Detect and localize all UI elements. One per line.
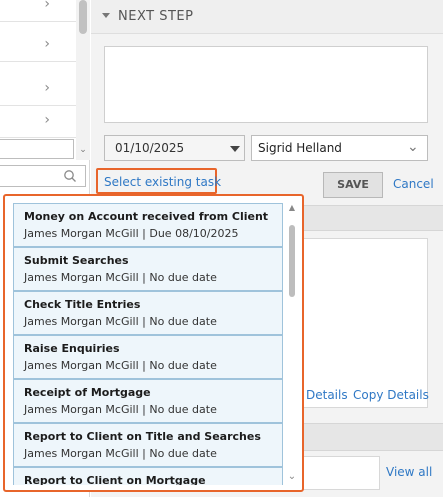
copy-details-link[interactable]: Copy Details xyxy=(353,388,429,402)
task-list[interactable]: Money on Account received from Client Ja… xyxy=(13,203,283,485)
date-value: 01/10/2025 xyxy=(115,141,185,155)
existing-task-dropdown[interactable]: Money on Account received from Client Ja… xyxy=(3,194,304,492)
scroll-down-icon[interactable]: ⌄ xyxy=(286,471,298,483)
task-title: Receipt of Mortgage xyxy=(24,386,151,399)
task-subtitle: James Morgan McGill | No due date xyxy=(24,315,217,328)
task-item[interactable]: Report to Client on Mortgage xyxy=(13,467,283,485)
task-subtitle: James Morgan McGill | Due 08/10/2025 xyxy=(24,227,239,240)
details-panel xyxy=(300,238,428,408)
details-link[interactable]: Details xyxy=(306,388,348,402)
task-item[interactable]: Raise Enquiries James Morgan McGill | No… xyxy=(13,335,283,379)
chevron-down-icon: ⌄ xyxy=(407,139,419,155)
task-item[interactable]: Submit Searches James Morgan McGill | No… xyxy=(13,247,283,291)
task-item[interactable]: Money on Account received from Client Ja… xyxy=(13,203,283,247)
task-title: Report to Client on Title and Searches xyxy=(24,430,261,443)
chevron-right-icon: › xyxy=(44,0,50,12)
task-subtitle: James Morgan McGill | No due date xyxy=(24,403,217,416)
scroll-up-icon[interactable]: ▲ xyxy=(286,203,298,213)
task-title: Submit Searches xyxy=(24,254,129,267)
cancel-link[interactable]: Cancel xyxy=(393,177,434,191)
assignee-value: Sigrid Helland xyxy=(258,141,342,155)
assignee-select[interactable]: Sigrid Helland ⌄ xyxy=(251,135,428,161)
task-item[interactable]: Receipt of Mortgage James Morgan McGill … xyxy=(13,379,283,423)
chevron-right-icon: › xyxy=(44,112,50,128)
select-existing-task-link[interactable]: Select existing task xyxy=(96,168,221,194)
chevron-right-icon: › xyxy=(44,36,50,52)
task-title: Money on Account received from Client xyxy=(24,210,269,223)
scroll-down-icon[interactable]: ⌄ xyxy=(78,145,88,157)
search-icon[interactable] xyxy=(63,169,77,183)
task-subtitle: James Morgan McGill | No due date xyxy=(24,447,217,460)
left-scroll-thumb[interactable] xyxy=(79,0,87,34)
dropdown-scrollbar[interactable]: ▲ ⌄ xyxy=(286,203,298,485)
list-item[interactable]: › xyxy=(0,28,76,62)
collapse-caret-icon[interactable] xyxy=(102,13,110,18)
task-subtitle: James Morgan McGill | No due date xyxy=(24,359,217,372)
date-select[interactable]: 01/10/2025 xyxy=(104,135,245,161)
save-button[interactable]: SAVE xyxy=(323,172,383,198)
task-subtitle: James Morgan McGill | No due date xyxy=(24,271,217,284)
dropdown-caret-icon xyxy=(230,146,240,152)
left-search-input[interactable] xyxy=(0,165,86,187)
left-filter-input[interactable] xyxy=(0,139,74,159)
list-item[interactable]: › xyxy=(0,72,76,106)
task-title: Raise Enquiries xyxy=(24,342,120,355)
list-item[interactable]: › xyxy=(0,0,76,22)
task-item[interactable]: Report to Client on Title and Searches J… xyxy=(13,423,283,467)
list-item[interactable]: › xyxy=(0,104,76,138)
task-item[interactable]: Check Title Entries James Morgan McGill … xyxy=(13,291,283,335)
lower-panel xyxy=(300,456,380,490)
next-step-header[interactable]: NEXT STEP xyxy=(91,0,443,34)
dropdown-scroll-thumb[interactable] xyxy=(289,225,295,297)
task-title: Report to Client on Mortgage xyxy=(24,474,206,485)
next-step-note-textarea[interactable] xyxy=(104,46,428,123)
view-all-link[interactable]: View all xyxy=(386,465,432,479)
task-title: Check Title Entries xyxy=(24,298,141,311)
section-title: NEXT STEP xyxy=(118,9,194,24)
select-existing-task-label: Select existing task xyxy=(104,175,222,189)
chevron-right-icon: › xyxy=(44,80,50,96)
